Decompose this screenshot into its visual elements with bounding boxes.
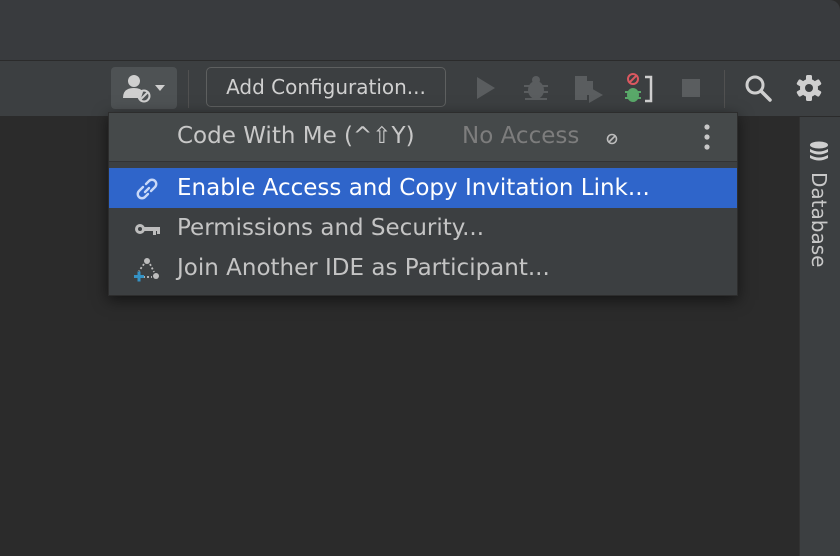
toolbar-separator xyxy=(188,70,189,108)
run-icon xyxy=(477,77,495,99)
database-tool-window-tab[interactable]: Database xyxy=(799,140,839,270)
popup-header: Code With Me (^⇧Y) No Access xyxy=(109,113,737,162)
attach-debugger-button[interactable] xyxy=(620,70,656,106)
menu-item-join-ide[interactable]: Join Another IDE as Participant... xyxy=(109,248,737,288)
menu-item-enable-access[interactable]: Enable Access and Copy Invitation Link..… xyxy=(109,168,737,208)
attach-debugger-icon xyxy=(625,73,653,103)
menu-item-label: Permissions and Security... xyxy=(177,215,485,241)
key-icon xyxy=(135,224,160,235)
menu-item-label: Enable Access and Copy Invitation Link..… xyxy=(177,175,650,201)
debug-icon xyxy=(524,76,548,100)
run-button[interactable] xyxy=(470,73,500,103)
gear-icon xyxy=(796,75,822,101)
search-everywhere-button[interactable] xyxy=(742,72,774,104)
popup-title: Code With Me (^⇧Y) xyxy=(177,123,415,149)
coverage-icon xyxy=(575,76,603,103)
add-configuration-button[interactable]: Add Configuration... xyxy=(206,67,446,107)
run-with-coverage-button[interactable] xyxy=(570,72,606,104)
link-icon xyxy=(136,178,158,200)
more-options-button[interactable] xyxy=(699,123,715,151)
menu-item-label: Join Another IDE as Participant... xyxy=(177,255,550,281)
kebab-menu-icon xyxy=(704,124,710,150)
code-with-me-icon xyxy=(123,75,165,103)
code-with-me-popup: Code With Me (^⇧Y) No Access Enable Acce… xyxy=(108,112,738,296)
code-with-me-button[interactable] xyxy=(111,67,177,109)
window-title-bar xyxy=(0,0,840,61)
access-status: No Access xyxy=(462,123,580,149)
debug-button[interactable] xyxy=(520,72,552,104)
join-participant-icon xyxy=(134,258,159,282)
menu-item-permissions[interactable]: Permissions and Security... xyxy=(109,208,737,248)
toolbar-separator xyxy=(724,70,725,108)
database-tab-label: Database xyxy=(807,172,831,268)
stop-button[interactable] xyxy=(676,73,706,103)
no-access-icon xyxy=(606,133,618,145)
settings-button[interactable] xyxy=(792,72,826,104)
database-icon xyxy=(810,141,828,161)
stop-icon xyxy=(682,79,700,97)
search-icon xyxy=(745,75,772,102)
